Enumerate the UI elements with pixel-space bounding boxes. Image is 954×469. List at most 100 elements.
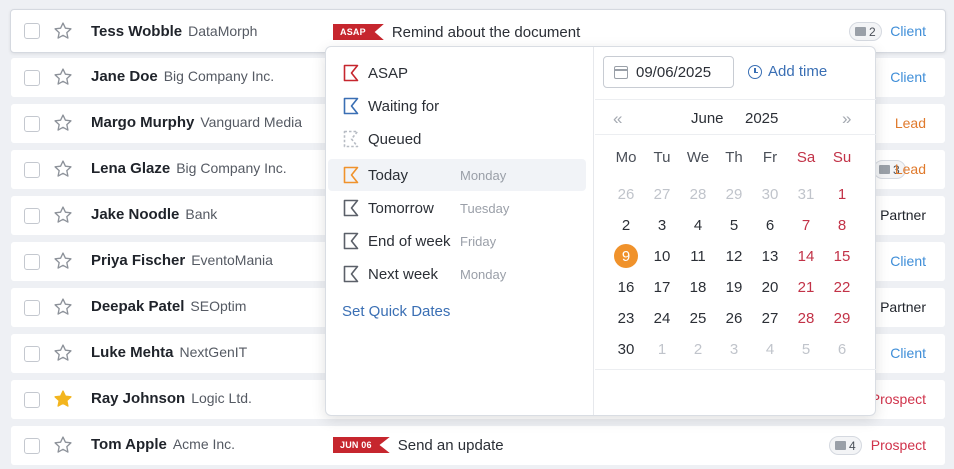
calendar-day[interactable]: 25 xyxy=(680,303,716,334)
star-icon[interactable] xyxy=(53,113,73,133)
star-icon[interactable] xyxy=(53,251,73,271)
star-icon[interactable] xyxy=(53,297,73,317)
contact-name[interactable]: Jake Noodle Bank xyxy=(91,206,217,223)
calendar-day[interactable]: 29 xyxy=(824,303,860,334)
task-deadline[interactable]: JUN 06 Send an update xyxy=(333,437,504,454)
star-filled-icon[interactable] xyxy=(53,389,73,409)
set-quick-dates-link[interactable]: Set Quick Dates xyxy=(342,303,450,320)
row-checkbox[interactable] xyxy=(24,70,40,86)
quick-date-option[interactable]: Next week Monday xyxy=(328,258,586,290)
status-tag[interactable]: Prospect xyxy=(871,391,926,407)
calendar-day[interactable]: 26 xyxy=(608,179,644,210)
calendar-day[interactable]: 15 xyxy=(824,241,860,272)
calendar-day[interactable]: 13 xyxy=(752,241,788,272)
calendar-day[interactable]: 29 xyxy=(716,179,752,210)
add-time-button[interactable]: Add time xyxy=(748,63,827,80)
status-tag[interactable]: Partner xyxy=(880,299,926,315)
calendar-day[interactable]: 8 xyxy=(824,210,860,241)
quick-date-option[interactable]: Queued xyxy=(328,123,586,155)
status-tag[interactable]: Client xyxy=(890,69,926,85)
quick-date-option[interactable]: Waiting for xyxy=(328,90,586,122)
calendar-day[interactable]: 12 xyxy=(716,241,752,272)
calendar-day[interactable]: 22 xyxy=(824,272,860,303)
quick-date-option[interactable]: Today Monday xyxy=(328,159,586,191)
calendar-day[interactable]: 4 xyxy=(680,210,716,241)
calendar-day[interactable]: 3 xyxy=(644,210,680,241)
calendar-day[interactable]: 1 xyxy=(824,179,860,210)
row-checkbox[interactable] xyxy=(24,208,40,224)
calendar-day[interactable]: 4 xyxy=(752,334,788,365)
calendar-day[interactable]: 23 xyxy=(608,303,644,334)
star-icon[interactable] xyxy=(53,205,73,225)
star-icon[interactable] xyxy=(53,67,73,87)
row-checkbox[interactable] xyxy=(24,116,40,132)
calendar-day[interactable]: 1 xyxy=(644,334,680,365)
calendar-day[interactable]: 2 xyxy=(608,210,644,241)
calendar-day[interactable]: 28 xyxy=(788,303,824,334)
contact-name[interactable]: Margo Murphy Vanguard Media xyxy=(91,114,302,131)
status-tag[interactable]: Partner xyxy=(880,207,926,223)
row-checkbox[interactable] xyxy=(24,23,40,39)
star-icon[interactable] xyxy=(53,343,73,363)
calendar-day-number: 19 xyxy=(725,279,743,296)
calendar-day[interactable]: 6 xyxy=(752,210,788,241)
calendar-day[interactable]: 28 xyxy=(680,179,716,210)
status-tag[interactable]: Client xyxy=(890,253,926,269)
calendar-day-selected[interactable]: 9 xyxy=(608,241,644,272)
row-checkbox[interactable] xyxy=(24,300,40,316)
contact-name[interactable]: Tess Wobble DataMorph xyxy=(91,23,257,40)
calendar-day[interactable]: 6 xyxy=(824,334,860,365)
contact-name[interactable]: Lena Glaze Big Company Inc. xyxy=(91,160,287,177)
status-tag[interactable]: Lead xyxy=(895,161,926,177)
contact-name[interactable]: Tom Apple Acme Inc. xyxy=(91,436,235,453)
row-checkbox[interactable] xyxy=(24,438,40,454)
star-icon[interactable] xyxy=(53,21,73,41)
contact-row[interactable]: Tom Apple Acme Inc. JUN 06 Send an update 4 P… xyxy=(11,426,945,465)
calendar-day[interactable]: 21 xyxy=(788,272,824,303)
next-month-button[interactable]: » xyxy=(842,109,852,129)
calendar-day[interactable]: 10 xyxy=(644,241,680,272)
status-tag[interactable]: Prospect xyxy=(871,437,926,453)
row-checkbox[interactable] xyxy=(24,162,40,178)
contact-name[interactable]: Deepak Patel SEOptim xyxy=(91,298,246,315)
calendar-day[interactable]: 26 xyxy=(716,303,752,334)
calendar-day[interactable]: 19 xyxy=(716,272,752,303)
task-deadline[interactable]: ASAP Remind about the document xyxy=(333,24,580,41)
calendar-day[interactable]: 5 xyxy=(788,334,824,365)
quick-date-option[interactable]: ASAP xyxy=(328,57,586,89)
status-tag[interactable]: Client xyxy=(890,23,926,39)
calendar-day[interactable]: 2 xyxy=(680,334,716,365)
row-checkbox[interactable] xyxy=(24,392,40,408)
calendar-day[interactable]: 31 xyxy=(788,179,824,210)
calendar-day[interactable]: 27 xyxy=(752,303,788,334)
status-tag[interactable]: Lead xyxy=(895,115,926,131)
month-label[interactable]: June xyxy=(691,110,724,127)
calendar-day[interactable]: 30 xyxy=(608,334,644,365)
calendar-day[interactable]: 16 xyxy=(608,272,644,303)
calendar-day[interactable]: 27 xyxy=(644,179,680,210)
calendar-day[interactable]: 3 xyxy=(716,334,752,365)
status-tag[interactable]: Client xyxy=(890,345,926,361)
quick-date-option[interactable]: End of week Friday xyxy=(328,225,586,257)
prev-month-button[interactable]: « xyxy=(613,109,623,129)
contact-name[interactable]: Luke Mehta NextGenIT xyxy=(91,344,247,361)
calendar-day[interactable]: 24 xyxy=(644,303,680,334)
year-label[interactable]: 2025 xyxy=(745,110,778,127)
calendar-day[interactable]: 20 xyxy=(752,272,788,303)
star-icon[interactable] xyxy=(53,435,73,455)
row-checkbox[interactable] xyxy=(24,346,40,362)
calendar-day[interactable]: 14 xyxy=(788,241,824,272)
contact-name[interactable]: Priya Fischer EventoMania xyxy=(91,252,273,269)
star-icon[interactable] xyxy=(53,159,73,179)
calendar-day[interactable]: 18 xyxy=(680,272,716,303)
quick-date-option[interactable]: Tomorrow Tuesday xyxy=(328,192,586,224)
calendar-day[interactable]: 11 xyxy=(680,241,716,272)
calendar-day[interactable]: 7 xyxy=(788,210,824,241)
contact-name[interactable]: Ray Johnson Logic Ltd. xyxy=(91,390,252,407)
calendar-day[interactable]: 17 xyxy=(644,272,680,303)
row-checkbox[interactable] xyxy=(24,254,40,270)
calendar-day[interactable]: 30 xyxy=(752,179,788,210)
calendar-day[interactable]: 5 xyxy=(716,210,752,241)
contact-name[interactable]: Jane Doe Big Company Inc. xyxy=(91,68,274,85)
date-input[interactable]: 09/06/2025 xyxy=(603,56,734,88)
